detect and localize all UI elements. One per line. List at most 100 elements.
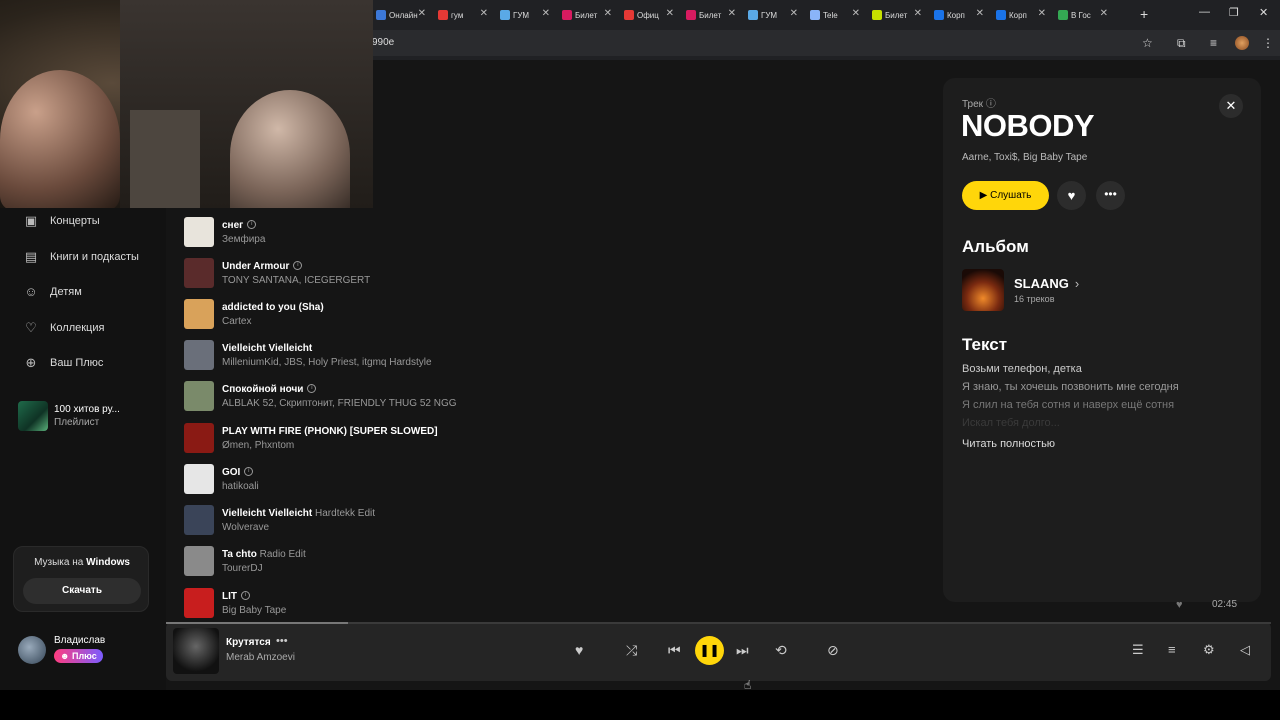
info-icon[interactable]: i <box>241 591 250 601</box>
track-duration: 02:45 <box>1212 599 1238 610</box>
track-artists[interactable]: Aarne, Toxi$, Big Baby Tape <box>962 152 1087 163</box>
sidebar-item-books[interactable]: ▤ Книги и подкасты <box>22 249 139 265</box>
listen-button[interactable]: ▶ Слушать <box>962 181 1049 210</box>
minimize-icon[interactable]: — <box>1199 6 1210 18</box>
track-row[interactable]: GOI i hatikoali <box>184 461 259 497</box>
heart-icon[interactable]: ♥ <box>575 642 583 658</box>
track-row[interactable]: PLAY WITH FIRE (PHONK) [SUPER SLOWED] Øme… <box>184 420 438 456</box>
sidebar-item-plus[interactable]: ⊕ Ваш Плюс <box>22 355 104 371</box>
track-row[interactable]: addicted to you (Sha) Cartex <box>184 296 324 332</box>
browser-tab[interactable]: Онлайн ✕ <box>372 4 434 26</box>
browser-tab[interactable]: Корп ✕ <box>930 4 992 26</box>
track-row-artists[interactable]: TourerDJ <box>222 563 306 574</box>
webcam-person <box>0 70 120 208</box>
browser-tab[interactable]: Корп ✕ <box>992 4 1054 26</box>
queue-icon[interactable]: ≡ <box>1168 642 1176 657</box>
info-icon[interactable]: i <box>293 261 303 271</box>
new-tab-button[interactable]: + <box>1140 6 1148 22</box>
lyrics-line: Искал тебя долго... <box>962 417 1060 429</box>
browser-tab[interactable]: Билет ✕ <box>558 4 620 26</box>
browser-tab[interactable]: Билет ✕ <box>868 4 930 26</box>
track-row[interactable]: снег i Земфира <box>184 214 265 250</box>
more-button[interactable]: ••• <box>1096 181 1125 210</box>
heart-icon[interactable]: ♥ <box>1176 599 1183 611</box>
close-tab-icon[interactable]: ✕ <box>852 8 860 19</box>
now-playing-title[interactable]: Крутятся <box>226 637 271 648</box>
lyrics-icon[interactable]: ☰ <box>1132 642 1144 658</box>
favicon-icon <box>500 10 510 20</box>
lyrics-line: Возьми телефон, детка <box>962 363 1082 375</box>
browser-tab[interactable]: ГУМ ✕ <box>744 4 806 26</box>
profile-avatar[interactable] <box>1235 36 1249 50</box>
track-row-artists[interactable]: Cartex <box>222 316 324 327</box>
track-row[interactable]: Ta chto Radio Edit TourerDJ <box>184 543 306 579</box>
shuffle-icon[interactable]: ⤮ <box>626 642 637 659</box>
now-playing-artist[interactable]: Merab Amzoevi <box>226 652 295 663</box>
close-tab-icon[interactable]: ✕ <box>418 8 426 19</box>
close-tab-icon[interactable]: ✕ <box>728 8 736 19</box>
close-tab-icon[interactable]: ✕ <box>604 8 612 19</box>
sidebar-item-kids[interactable]: ☺ Детям <box>22 284 81 299</box>
close-tab-icon[interactable]: ✕ <box>542 8 550 19</box>
close-tab-icon[interactable]: ✕ <box>666 8 674 19</box>
info-icon[interactable]: i <box>307 384 317 394</box>
more-icon[interactable]: ••• <box>276 635 288 647</box>
track-row[interactable]: LIT i Big Baby Tape <box>184 585 286 621</box>
browser-tab[interactable]: Офиц ✕ <box>620 4 682 26</box>
dislike-icon[interactable]: ⊘ <box>827 642 839 659</box>
settings-icon[interactable]: ⚙ <box>1203 642 1215 658</box>
track-row-artists[interactable]: MilleniumKid, JBS, Holy Priest, itgmq Ha… <box>222 357 432 368</box>
browser-tab[interactable]: ГУМ ✕ <box>496 4 558 26</box>
track-row[interactable]: Спокойной ночи i ALBLAK 52, Скриптонит, FR… <box>184 378 457 414</box>
menu-kebab-icon[interactable]: ⋮ <box>1262 36 1274 50</box>
browser-tab[interactable]: гум ✕ <box>434 4 496 26</box>
close-tab-icon[interactable]: ✕ <box>480 8 488 19</box>
close-icon[interactable]: ✕ <box>1219 94 1243 118</box>
browser-tab[interactable]: Tele ✕ <box>806 4 868 26</box>
browser-tab[interactable]: В Гос ✕ <box>1054 4 1116 26</box>
download-button[interactable]: Скачать <box>23 578 141 604</box>
track-row-artists[interactable]: Big Baby Tape <box>222 605 286 616</box>
sidebar-item-concerts[interactable]: ▣ Концерты <box>22 213 100 229</box>
track-row-artists[interactable]: Ømen, Phxntom <box>222 440 438 451</box>
progress-bar[interactable] <box>166 622 1271 624</box>
next-icon[interactable]: ⏭ <box>736 642 749 659</box>
close-tab-icon[interactable]: ✕ <box>1038 8 1046 19</box>
info-icon[interactable]: i <box>244 467 254 477</box>
track-row-artists[interactable]: hatikoali <box>222 481 259 492</box>
browser-tab[interactable]: Билет ✕ <box>682 4 744 26</box>
bookmark-star-icon[interactable]: ☆ <box>1142 36 1153 50</box>
close-tab-icon[interactable]: ✕ <box>976 8 984 19</box>
like-button[interactable]: ♥ <box>1057 181 1086 210</box>
info-icon[interactable]: i <box>247 220 257 230</box>
browser-tab-label: В Гос <box>1071 10 1091 20</box>
read-lyrics-button[interactable]: Читать полностью <box>962 438 1055 450</box>
track-row-artists[interactable]: Wolverave <box>222 522 375 533</box>
track-row[interactable]: Under Armour i TONY SANTANA, ICEGERGERT <box>184 255 370 291</box>
close-tab-icon[interactable]: ✕ <box>914 8 922 19</box>
sidebar-item-collection[interactable]: ♡ Коллекция <box>22 320 104 336</box>
close-tab-icon[interactable]: ✕ <box>790 8 798 19</box>
repeat-icon[interactable]: ⟲ <box>775 642 787 659</box>
pause-button[interactable]: ❚❚ <box>695 636 724 665</box>
user-profile[interactable]: Владислав ☻ Плюс <box>18 635 105 664</box>
previous-icon[interactable]: ⏮ <box>668 642 681 659</box>
media-icon[interactable]: ≡ <box>1210 36 1217 50</box>
address-bar[interactable]: 990e ☆ ⧉ ≡ ⋮ <box>372 30 1280 56</box>
track-row[interactable]: Vielleicht Vielleicht Hardtekk Edit Wolve… <box>184 502 375 538</box>
favicon-icon <box>996 10 1006 20</box>
track-row-artists[interactable]: TONY SANTANA, ICEGERGERT <box>222 275 370 286</box>
now-playing-cover[interactable] <box>173 628 219 674</box>
plus-icon: ⊕ <box>25 355 37 370</box>
album-card[interactable]: SLAANG › 16 треков <box>962 269 1079 311</box>
sidebar-playlist[interactable]: 100 хитов ру... Плейлист <box>18 401 120 431</box>
volume-icon[interactable]: ◁ <box>1240 642 1250 658</box>
webcam-person <box>230 90 350 208</box>
extensions-icon[interactable]: ⧉ <box>1177 36 1186 51</box>
close-window-icon[interactable]: ✕ <box>1259 6 1268 19</box>
track-row-artists[interactable]: ALBLAK 52, Скриптонит, FRIENDLY THUG 52 … <box>222 398 457 409</box>
close-tab-icon[interactable]: ✕ <box>1100 8 1108 19</box>
track-row[interactable]: Vielleicht Vielleicht MilleniumKid, JBS, … <box>184 337 432 373</box>
maximize-icon[interactable]: ❐ <box>1229 6 1239 19</box>
track-row-artists[interactable]: Земфира <box>222 234 265 245</box>
